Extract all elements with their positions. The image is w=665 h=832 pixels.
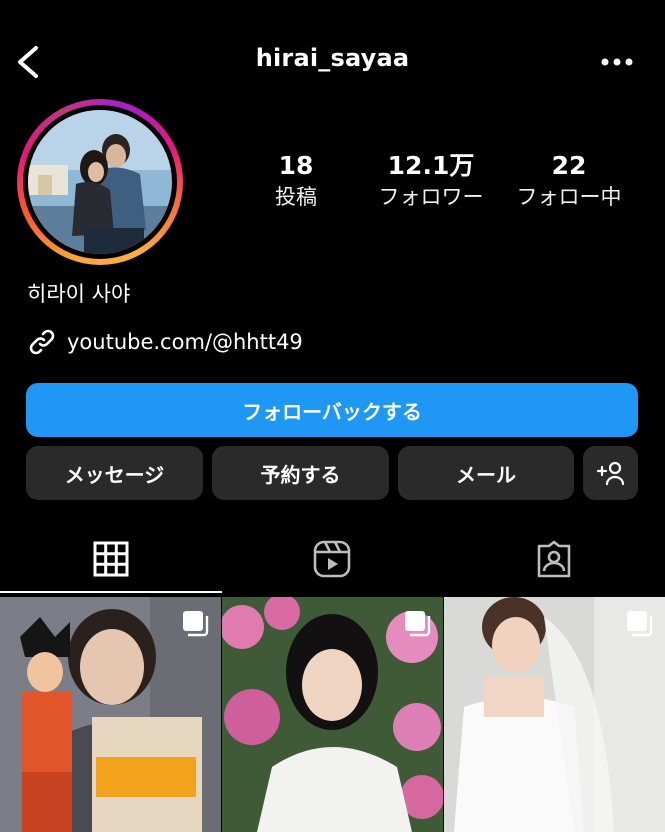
profile-link-text: youtube.com/@hhtt49 bbox=[67, 330, 303, 354]
tagged-person-icon bbox=[537, 540, 571, 578]
carousel-icon bbox=[627, 611, 653, 637]
more-options-button[interactable] bbox=[599, 48, 635, 76]
grid-icon bbox=[93, 541, 129, 577]
profile-link[interactable]: youtube.com/@hhtt49 bbox=[27, 325, 303, 359]
add-user-button[interactable] bbox=[583, 446, 638, 500]
post-thumbnail-3[interactable] bbox=[444, 597, 665, 832]
tab-posts-grid[interactable] bbox=[31, 534, 191, 584]
carousel-icon bbox=[183, 611, 209, 637]
add-person-icon bbox=[596, 461, 624, 486]
reels-icon bbox=[313, 540, 351, 578]
tab-tagged[interactable] bbox=[474, 534, 634, 584]
profile-username: hirai_sayaa bbox=[255, 44, 410, 72]
post-thumbnail-2[interactable] bbox=[222, 597, 443, 832]
follow-back-button[interactable]: フォローバックする bbox=[26, 383, 638, 437]
stat-followers[interactable]: 12.1万 フォロワー bbox=[366, 150, 496, 212]
avatar bbox=[28, 110, 172, 254]
message-button[interactable]: メッセージ bbox=[26, 446, 203, 500]
active-tab-indicator bbox=[0, 591, 222, 593]
stat-following-label: フォロー中 bbox=[516, 185, 622, 209]
post-thumbnail-1[interactable] bbox=[0, 597, 221, 832]
stat-posts-label: 投稿 bbox=[275, 185, 317, 209]
stat-followers-value: 12.1万 bbox=[387, 151, 475, 180]
stat-followers-label: フォロワー bbox=[378, 185, 484, 209]
stat-posts-value: 18 bbox=[278, 151, 314, 180]
stat-following-value: 22 bbox=[551, 151, 587, 180]
stat-posts[interactable]: 18 投稿 bbox=[231, 150, 361, 212]
stat-following[interactable]: 22 フォロー中 bbox=[504, 150, 634, 212]
tab-reels[interactable] bbox=[252, 534, 412, 584]
avatar-story-ring[interactable] bbox=[17, 99, 183, 265]
more-dots-icon bbox=[601, 58, 633, 66]
carousel-icon bbox=[405, 611, 431, 637]
email-button[interactable]: メール bbox=[398, 446, 574, 500]
link-icon bbox=[29, 329, 55, 355]
reserve-button[interactable]: 予約する bbox=[212, 446, 389, 500]
profile-full-name: 히라이 사야 bbox=[27, 282, 131, 306]
